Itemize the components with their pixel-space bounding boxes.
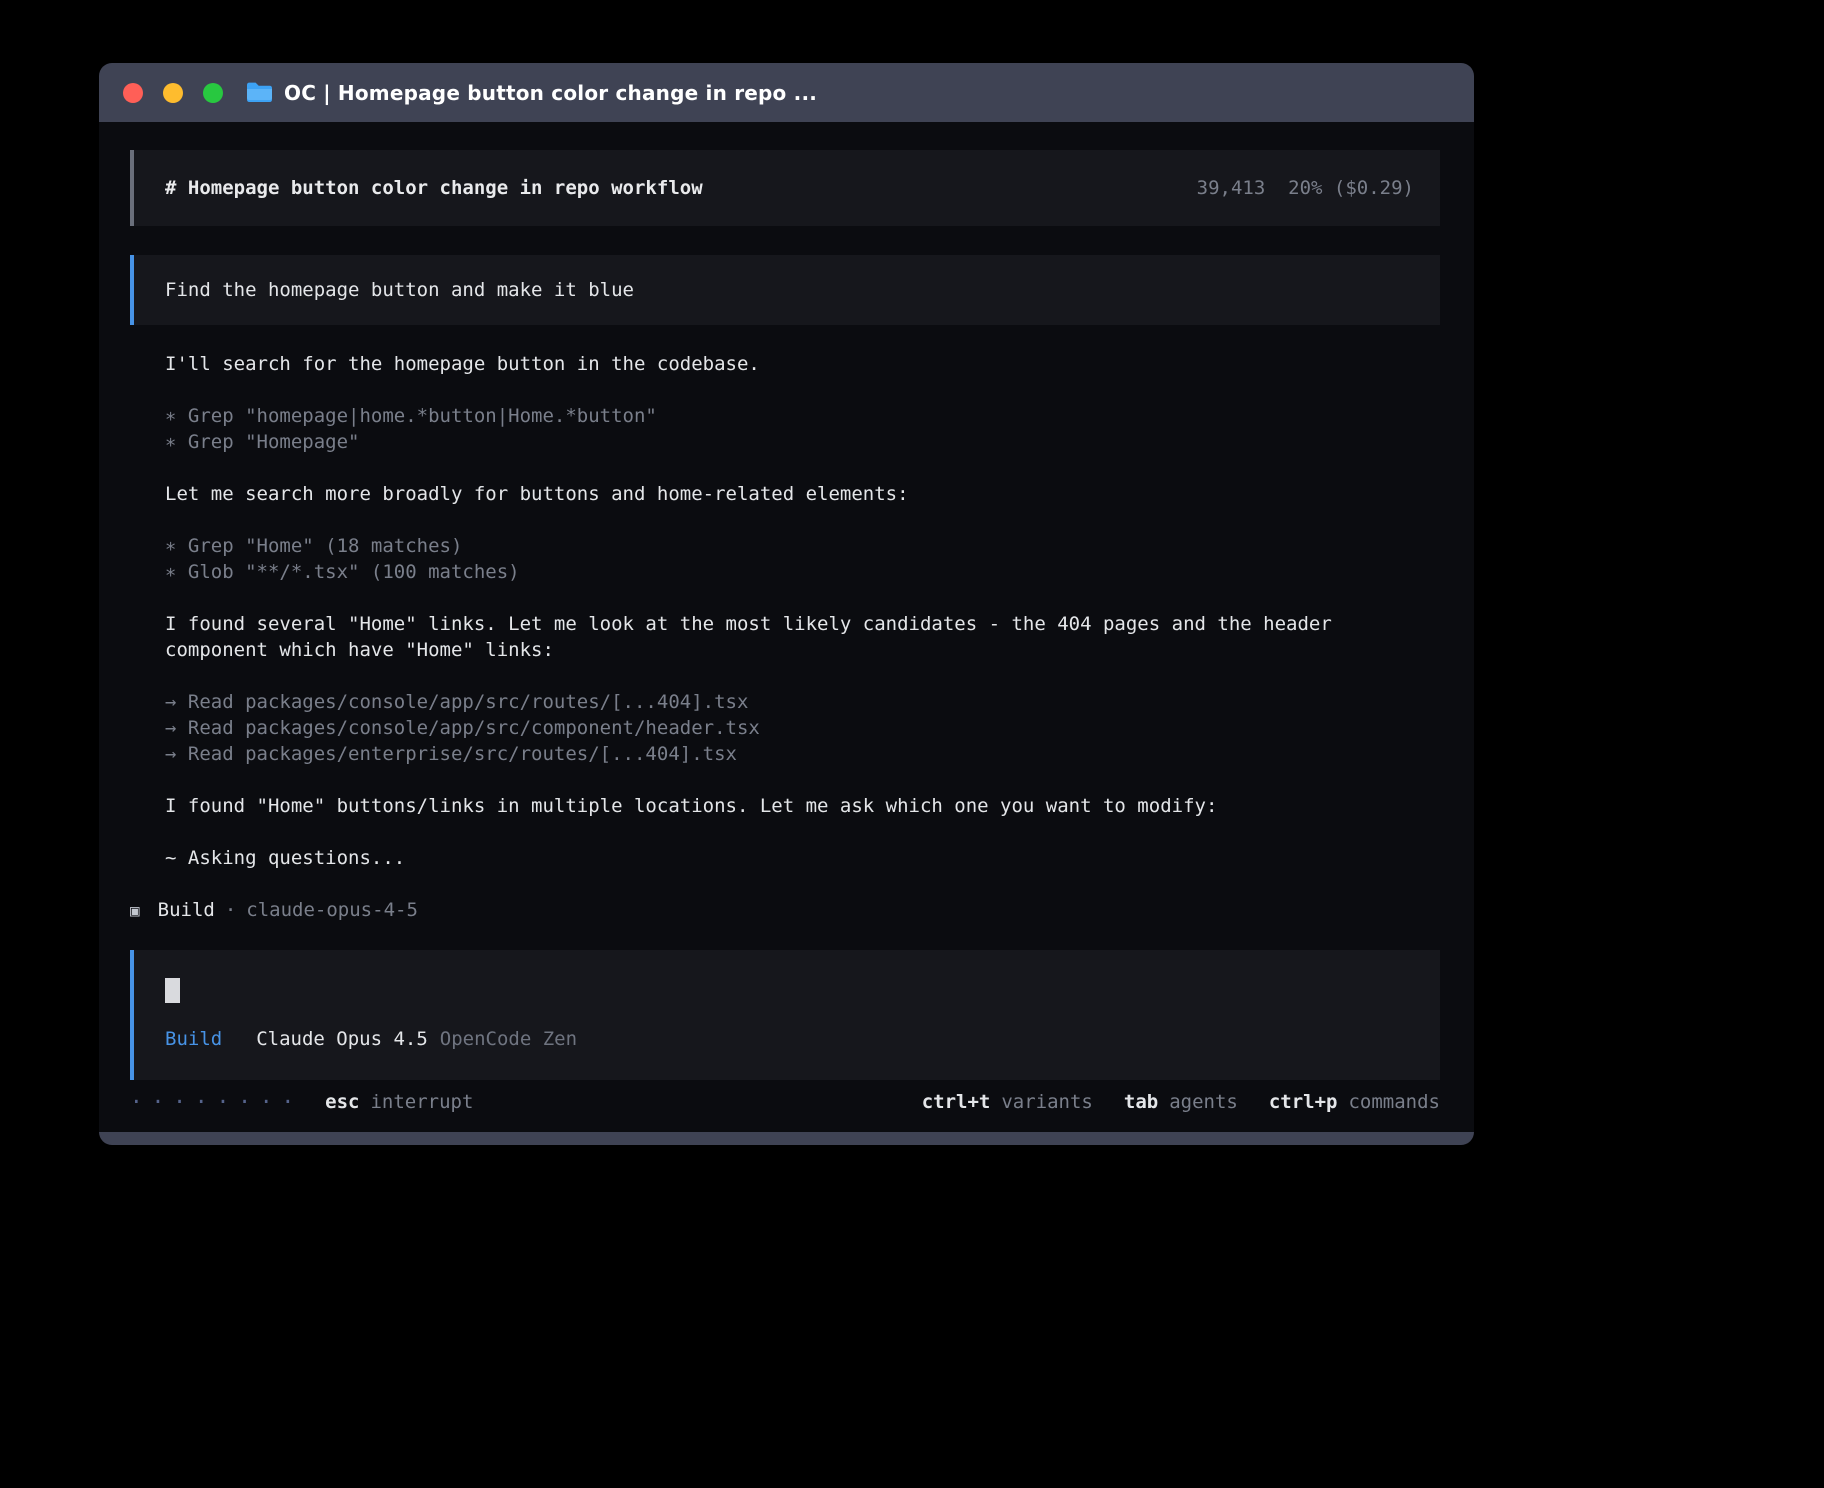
shortcut-label: interrupt: [370, 1091, 473, 1113]
tool-call-group: ∗ Grep "homepage|home.*button|Home.*butt…: [165, 403, 1440, 455]
tool-call-line: → Read packages/enterprise/src/routes/[.…: [165, 741, 1440, 767]
prompt-input[interactable]: Build Claude Opus 4.5 OpenCode Zen: [130, 950, 1440, 1080]
window-title: OC | Homepage button color change in rep…: [284, 81, 817, 105]
tool-call-line: ∗ Grep "homepage|home.*button|Home.*butt…: [165, 403, 1440, 429]
agent-status-separator: ·: [225, 899, 236, 921]
tool-call-line: ∗ Grep "Homepage": [165, 429, 1440, 455]
status-bar-right: ctrl+t variants tab agents ctrl+p commands: [922, 1089, 1440, 1115]
agent-status-icon: ▣: [130, 901, 140, 920]
shortcut-variants: ctrl+t variants: [922, 1089, 1093, 1115]
terminal-content: # Homepage button color change in repo w…: [99, 122, 1474, 1132]
tool-call-line: ∗ Grep "Home" (18 matches): [165, 533, 1440, 559]
tool-call-line: → Read packages/console/app/src/routes/[…: [165, 689, 1440, 715]
shortcut-key: esc: [325, 1091, 359, 1113]
traffic-lights: [123, 83, 223, 103]
input-agent-label[interactable]: Build: [165, 1028, 222, 1050]
shortcut-label: variants: [1001, 1091, 1093, 1113]
zoom-button[interactable]: [203, 83, 223, 103]
tool-call-group: → Read packages/console/app/src/routes/[…: [165, 689, 1440, 767]
assistant-text: I found several "Home" links. Let me loo…: [165, 611, 1427, 663]
status-bar: ········ esc interrupt ctrl+t variants taba…: [130, 1089, 1440, 1115]
user-message: Find the homepage button and make it blu…: [130, 255, 1440, 325]
session-title: # Homepage button color change in repo w…: [165, 175, 703, 201]
tool-call-group: ∗ Grep "Home" (18 matches)∗ Glob "**/*.t…: [165, 533, 1440, 585]
text-cursor: [165, 978, 180, 1003]
user-message-text: Find the homepage button and make it blu…: [165, 279, 634, 301]
assistant-text: ~ Asking questions...: [165, 845, 1427, 871]
shortcut-key: ctrl+t: [922, 1091, 991, 1113]
assistant-text: I found "Home" buttons/links in multiple…: [165, 793, 1427, 819]
shortcut-interrupt: esc interrupt: [325, 1089, 473, 1115]
agent-status-line: ▣ Build · claude-opus-4-5: [130, 897, 1440, 924]
assistant-text: Let me search more broadly for buttons a…: [165, 481, 1427, 507]
shortcut-key: ctrl+p: [1269, 1091, 1338, 1113]
folder-icon: [245, 81, 272, 104]
transcript: I'll search for the homepage button in t…: [165, 351, 1440, 871]
shortcut-agents: tab agents: [1124, 1089, 1238, 1115]
shortcut-key: tab: [1124, 1091, 1158, 1113]
minimize-button[interactable]: [163, 83, 183, 103]
close-button[interactable]: [123, 83, 143, 103]
assistant-text: I'll search for the homepage button in t…: [165, 351, 1427, 377]
agent-status-name: Build: [158, 899, 215, 921]
input-meta-row: Build Claude Opus 4.5 OpenCode Zen: [165, 1026, 1414, 1052]
session-token-usage: 39,413 20% ($0.29): [1197, 175, 1414, 201]
tool-call-line: ∗ Glob "**/*.tsx" (100 matches): [165, 559, 1440, 585]
input-provider-label: OpenCode Zen: [440, 1028, 577, 1050]
shortcut-label: agents: [1169, 1091, 1238, 1113]
session-header: # Homepage button color change in repo w…: [130, 150, 1440, 226]
status-bar-left: ········ esc interrupt: [130, 1089, 473, 1115]
tool-call-line: → Read packages/console/app/src/componen…: [165, 715, 1440, 741]
spinner-dots: ········: [130, 1089, 303, 1115]
window-titlebar: OC | Homepage button color change in rep…: [99, 63, 1474, 122]
input-model-label[interactable]: Claude Opus 4.5: [256, 1028, 428, 1050]
terminal-window: OC | Homepage button color change in rep…: [99, 63, 1474, 1145]
agent-status-model: claude-opus-4-5: [246, 899, 418, 921]
shortcut-commands: ctrl+p commands: [1269, 1089, 1440, 1115]
shortcut-label: commands: [1348, 1091, 1440, 1113]
